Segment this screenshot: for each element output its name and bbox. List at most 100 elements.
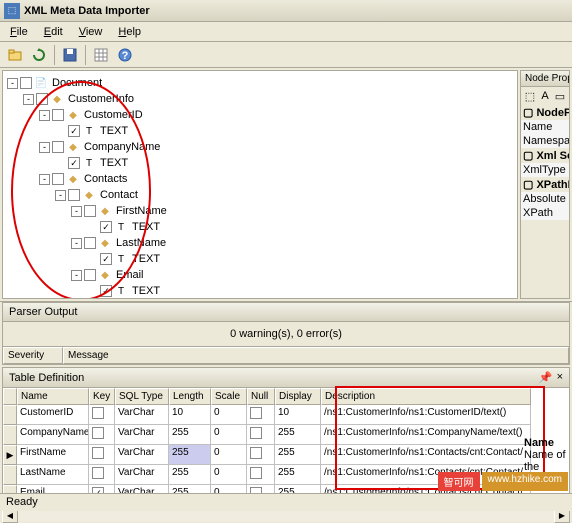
menu-help[interactable]: Help — [110, 24, 149, 40]
tree-checkbox[interactable] — [20, 77, 32, 89]
tree-checkbox[interactable] — [52, 109, 64, 121]
cell-len[interactable]: 255 — [169, 445, 211, 465]
cell-disp[interactable]: 10 — [275, 405, 321, 425]
checkbox[interactable] — [250, 427, 262, 439]
grid-header-name[interactable]: Name — [17, 388, 89, 405]
tree-node-contacts[interactable]: -◆Contacts — [7, 171, 513, 187]
grid-header-disp[interactable]: Display — [275, 388, 321, 405]
tree-checkbox[interactable]: ✓ — [68, 157, 80, 169]
cell-key[interactable] — [89, 425, 115, 445]
cell-null[interactable] — [247, 445, 275, 465]
cell-desc[interactable]: /ns1:CustomerInfo/ns1:Contacts/cnt:Conta… — [321, 445, 531, 465]
grid-header-scale[interactable]: Scale — [211, 388, 247, 405]
menu-view[interactable]: View — [71, 24, 111, 40]
cell-null[interactable] — [247, 425, 275, 445]
cell-scale[interactable]: 0 — [211, 405, 247, 425]
cell-scale[interactable]: 0 — [211, 445, 247, 465]
prop-label[interactable]: XPath — [521, 206, 569, 220]
grid-header-sql[interactable]: SQL Type — [115, 388, 169, 405]
checkbox[interactable] — [92, 447, 104, 459]
checkbox[interactable] — [92, 407, 104, 419]
checkbox[interactable] — [92, 427, 104, 439]
tree-node-firstname[interactable]: -◆FirstName — [7, 203, 513, 219]
menu-edit[interactable]: Edit — [36, 24, 71, 40]
toolbar-save-icon[interactable] — [59, 44, 81, 66]
tree-expander-icon[interactable]: - — [71, 238, 82, 249]
tree-node-text[interactable]: ✓TTEXT — [7, 283, 513, 299]
cell-name[interactable]: CustomerID — [17, 405, 89, 425]
tree-expander-icon[interactable]: - — [7, 78, 18, 89]
tree-checkbox[interactable] — [84, 269, 96, 281]
tree-checkbox[interactable] — [52, 141, 64, 153]
tree-node-text[interactable]: ✓TTEXT — [7, 251, 513, 267]
cell-desc[interactable]: /ns1:CustomerInfo/ns1:CompanyName/text() — [321, 425, 531, 445]
tree-expander-icon[interactable]: - — [23, 94, 34, 105]
parser-col-message[interactable]: Message — [63, 347, 569, 364]
tree-checkbox[interactable]: ✓ — [100, 285, 112, 297]
tree-expander-icon[interactable]: - — [55, 190, 66, 201]
close-icon[interactable]: × — [557, 371, 563, 384]
tree-node-customerid[interactable]: -◆CustomerID — [7, 107, 513, 123]
cell-len[interactable]: 255 — [169, 465, 211, 485]
prop-sort-icon[interactable]: ⬚ — [523, 89, 537, 103]
grid-header-len[interactable]: Length — [169, 388, 211, 405]
cell-disp[interactable]: 255 — [275, 465, 321, 485]
tree-checkbox[interactable] — [36, 93, 48, 105]
prop-cat-icon[interactable]: A — [538, 89, 552, 103]
cell-key[interactable] — [89, 465, 115, 485]
toolbar-help-icon[interactable]: ? — [114, 44, 136, 66]
tree-node-text[interactable]: ✓TTEXT — [7, 219, 513, 235]
cell-key[interactable] — [89, 405, 115, 425]
tree-expander-icon[interactable]: - — [39, 110, 50, 121]
cell-desc[interactable]: /ns1:CustomerInfo/ns1:CustomerID/text() — [321, 405, 531, 425]
row-selector[interactable]: ▶ — [3, 445, 17, 465]
table-row[interactable]: CompanyNameVarChar2550255/ns1:CustomerIn… — [3, 425, 569, 445]
prop-label[interactable]: Name — [521, 120, 569, 134]
tree-checkbox[interactable] — [68, 189, 80, 201]
checkbox[interactable] — [92, 467, 104, 479]
prop-category[interactable]: ▢ NodePro — [521, 105, 569, 120]
tree-checkbox[interactable] — [52, 173, 64, 185]
tree-expander-icon[interactable]: - — [71, 206, 82, 217]
toolbar-refresh-icon[interactable] — [28, 44, 50, 66]
prop-category[interactable]: ▢ Xml Sch — [521, 148, 569, 163]
table-row[interactable]: CustomerIDVarChar10010/ns1:CustomerInfo/… — [3, 405, 569, 425]
table-row[interactable]: ▶FirstNameVarChar2550255/ns1:CustomerInf… — [3, 445, 569, 465]
prop-label[interactable]: Namespac — [521, 134, 569, 148]
tree-node-text[interactable]: ✓TTEXT — [7, 155, 513, 171]
toolbar-grid-icon[interactable] — [90, 44, 112, 66]
cell-scale[interactable]: 0 — [211, 465, 247, 485]
checkbox[interactable] — [250, 407, 262, 419]
cell-len[interactable]: 255 — [169, 425, 211, 445]
tree-panel[interactable]: -📄Document-◆CustomerInfo-◆CustomerID✓TTE… — [2, 70, 518, 299]
cell-len[interactable]: 10 — [169, 405, 211, 425]
tree-checkbox[interactable]: ✓ — [100, 221, 112, 233]
prop-label[interactable]: XmlType — [521, 163, 569, 177]
toolbar-open-icon[interactable] — [4, 44, 26, 66]
row-selector[interactable] — [3, 425, 17, 445]
grid-header-null[interactable]: Null — [247, 388, 275, 405]
tree-node-customerinfo[interactable]: -◆CustomerInfo — [7, 91, 513, 107]
cell-sql[interactable]: VarChar — [115, 405, 169, 425]
checkbox[interactable] — [250, 467, 262, 479]
tree-checkbox[interactable] — [84, 205, 96, 217]
prop-category[interactable]: ▢ XPathEx — [521, 177, 569, 192]
row-selector[interactable] — [3, 465, 17, 485]
cell-sql[interactable]: VarChar — [115, 465, 169, 485]
cell-disp[interactable]: 255 — [275, 425, 321, 445]
cell-null[interactable] — [247, 465, 275, 485]
prop-label[interactable]: Absolute — [521, 192, 569, 206]
tree-node-contact[interactable]: -◆Contact — [7, 187, 513, 203]
tree-node-email[interactable]: -◆Email — [7, 267, 513, 283]
tree-checkbox[interactable] — [84, 237, 96, 249]
cell-scale[interactable]: 0 — [211, 425, 247, 445]
tree-node-lastname[interactable]: -◆LastName — [7, 235, 513, 251]
prop-page-icon[interactable]: ▭ — [553, 89, 567, 103]
grid-header-desc[interactable]: Description — [321, 388, 531, 405]
menu-file[interactable]: File — [2, 24, 36, 40]
cell-sql[interactable]: VarChar — [115, 445, 169, 465]
cell-key[interactable] — [89, 445, 115, 465]
tree-expander-icon[interactable]: - — [39, 142, 50, 153]
pin-icon[interactable]: 📌 — [539, 371, 553, 384]
row-selector[interactable] — [3, 405, 17, 425]
